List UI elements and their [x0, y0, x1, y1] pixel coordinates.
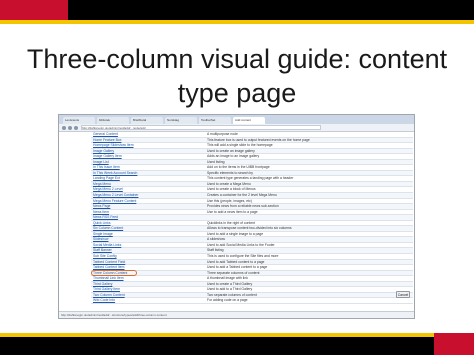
content-type-link[interactable]: Home Feature Box — [93, 138, 121, 143]
content-type-link[interactable]: General Content — [93, 132, 118, 137]
content-type-description: Two separate columns of content — [207, 292, 257, 297]
content-type-link[interactable]: Mega Menu — [93, 182, 111, 187]
browser-tab[interactable]: ToolbarSet — [199, 117, 231, 124]
content-type-description: Used to create an image gallery — [207, 148, 255, 153]
content-type-description: Use this (people, images, etc) — [207, 198, 252, 203]
address-input[interactable]: http://dahlsnegin.uio/admin/nod/add/...n… — [81, 125, 321, 130]
content-type-link[interactable]: Landing Page Ext — [93, 176, 120, 181]
browser-tab[interactable]: Norsktag — [165, 117, 197, 124]
content-type-description: This is used to configure the Site files… — [207, 254, 279, 259]
slide-title-line-2: type page — [177, 78, 297, 108]
back-icon[interactable] — [62, 126, 66, 130]
content-type-description: Specific elements to search by — [207, 170, 253, 175]
slide-title-line-1: Three-column visual guide: content — [26, 44, 448, 74]
content-type-link[interactable]: Social Media Links — [93, 243, 121, 248]
content-type-description: A thumbnail image with link — [207, 276, 248, 281]
status-bar: http://dahlsnegin.uio/admin/nod/add/...s… — [59, 311, 414, 318]
refresh-icon[interactable] — [74, 126, 78, 130]
content-type-description: Used to add a single image to a page — [207, 231, 264, 236]
content-type-description: Add on to the items in the UIBB frontpag… — [207, 165, 270, 170]
content-type-link[interactable]: Two Column Content — [93, 293, 125, 298]
content-type-description: This content type generates a landing pa… — [207, 176, 294, 181]
content-type-link[interactable]: Slideshow — [93, 237, 108, 242]
content-type-description: Provides news from a reliable news sub-s… — [207, 204, 279, 209]
content-type-link[interactable]: Single Image — [93, 232, 113, 237]
content-type-link[interactable]: Mega Menu Feature Content — [93, 199, 136, 204]
content-type-description: Quicklinks in the right of content — [207, 220, 256, 225]
content-type-link[interactable]: Staff Banner — [93, 248, 112, 253]
content-type-link[interactable]: In This Issue Item — [93, 165, 120, 170]
content-type-link[interactable]: News Item — [93, 210, 109, 215]
browser-tab[interactable]: Lexisnexis — [63, 117, 95, 124]
content-type-description: Used listing — [207, 159, 225, 164]
content-type-link[interactable]: Mega Menu 2 Level — [93, 187, 123, 192]
content-type-link[interactable]: Sub Site Config — [93, 254, 117, 259]
highlight-ring — [91, 269, 137, 276]
table-row: Wiki Code Info For adding code on a page — [91, 298, 413, 304]
content-type-description: Used to add Social Media Links to the Fo… — [207, 242, 275, 247]
content-type-link[interactable]: News Page — [93, 204, 110, 209]
content-type-link[interactable]: Image List — [93, 160, 109, 165]
content-type-description: This feature box is used to output featu… — [207, 137, 310, 142]
address-bar-row: http://dahlsnegin.uio/admin/nod/add/...n… — [59, 124, 414, 132]
content-type-description: This will add a single slide to the home… — [207, 143, 273, 148]
bottom-yellow-stripe — [0, 333, 474, 337]
content-type-description: A multipurpose node — [207, 132, 238, 136]
browser-screenshot: Lexisnexis bibliotek BriefDetal Norsktag Too… — [58, 114, 415, 319]
content-type-link[interactable]: Thumbnail Link Item — [93, 276, 124, 281]
top-yellow-stripe — [0, 20, 474, 24]
content-type-description: Used to create a Mega Menu — [207, 181, 251, 186]
content-type-description: Used to add to a Third Gallery — [207, 287, 253, 292]
slide-title: Three-column visual guide: content type … — [20, 42, 454, 110]
cancel-button[interactable]: Cancel — [396, 291, 410, 298]
forward-icon[interactable] — [68, 126, 72, 130]
content-type-link[interactable]: Third Gallery — [93, 282, 112, 287]
content-type-description: Adds an image to an image gallery — [207, 154, 260, 159]
browser-tab[interactable]: bibliotek — [97, 117, 129, 124]
content-type-link[interactable]: Homepage Slideshow Item — [93, 143, 134, 148]
content-type-description: A slideshow — [207, 237, 225, 242]
content-type-link[interactable]: In This Week Account Search — [93, 171, 137, 176]
content-type-description: Use to add a news item to a page — [207, 209, 258, 214]
content-type-link[interactable]: Image Gallery Item — [93, 154, 122, 159]
content-type-link[interactable]: Wiki Code Info — [93, 298, 115, 303]
content-type-description: Three separate columns of content — [207, 270, 260, 275]
content-type-link[interactable]: Mega Menu 2 Level Container — [93, 193, 138, 198]
bottom-red-block — [434, 333, 474, 355]
content-type-description: Allows to transpose content two-divided … — [207, 226, 292, 231]
content-type-description: Used to create a block of Menus — [207, 187, 256, 192]
content-type-link[interactable]: Six Column Content — [93, 226, 123, 231]
browser-tab[interactable]: BriefDetal — [131, 117, 163, 124]
content-type-link[interactable]: Third Gallery Item — [93, 287, 120, 292]
content-type-link[interactable]: Quick Links — [93, 221, 111, 226]
content-type-description: Used to add Tabbed content to a page — [207, 259, 265, 264]
content-type-description: For adding code on a page — [207, 298, 248, 303]
content-type-description: Used to create a Third Gallery — [207, 281, 253, 286]
content-type-link[interactable]: Tabbed Content Field — [93, 260, 125, 265]
content-type-description: Staff listing — [207, 248, 224, 253]
content-type-description: Creates a container for the 2 level Mega… — [207, 193, 277, 198]
browser-tab[interactable]: Add content — [233, 117, 265, 124]
content-type-description: Used to add a Tabbed content to a page — [207, 265, 268, 270]
content-type-link[interactable]: Image Gallery — [93, 149, 114, 154]
content-type-link[interactable]: News RSS Feed — [93, 215, 118, 220]
browser-tab-bar: Lexisnexis bibliotek BriefDetal Norsktag Too… — [59, 115, 414, 124]
content-type-table: General Content A multipurpose node Home F… — [91, 132, 413, 304]
